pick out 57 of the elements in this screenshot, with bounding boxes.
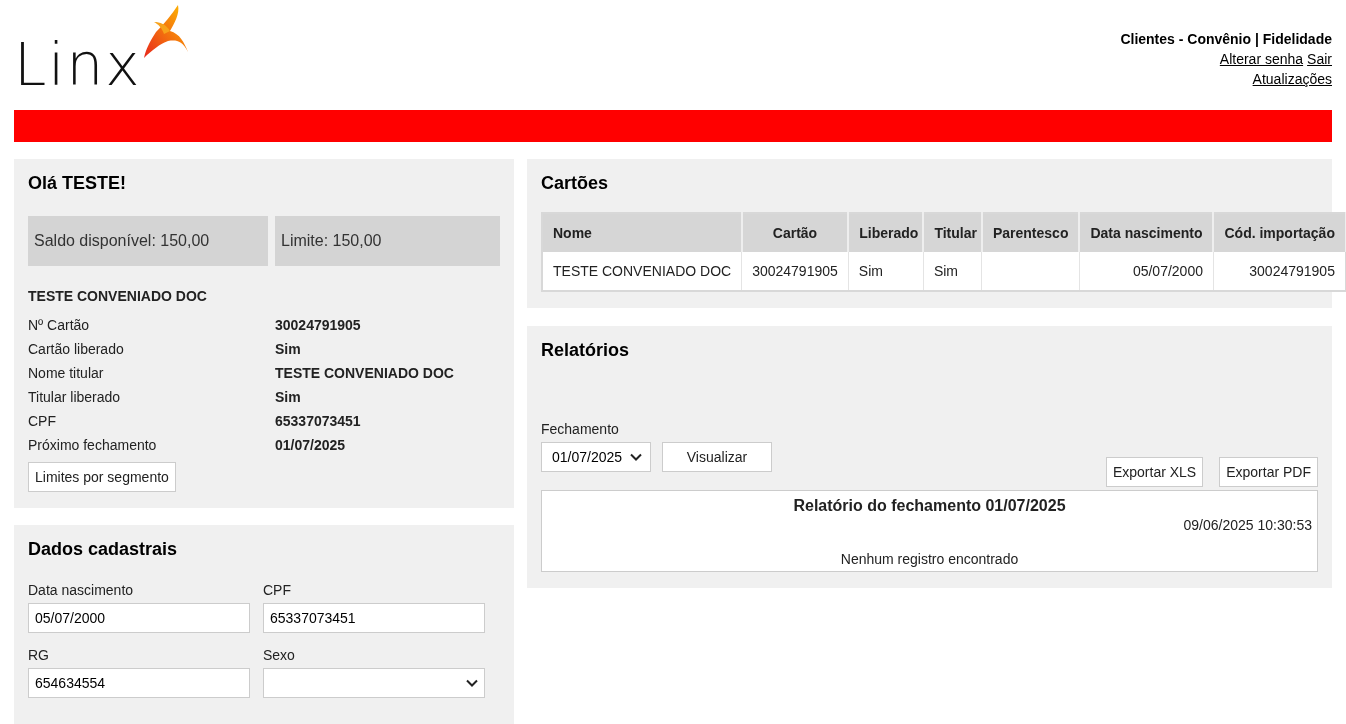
detail-value: 01/07/2025 <box>275 436 347 454</box>
column-header: Nome <box>542 213 742 252</box>
holder-name: TESTE CONVENIADO DOC <box>28 288 208 304</box>
panel-title: Olá TESTE! <box>28 173 127 194</box>
field-label: Fechamento <box>541 421 620 437</box>
header-link[interactable]: Atualizações <box>1252 71 1332 87</box>
field-label: Data nascimento <box>28 582 135 598</box>
header-link[interactable]: Alterar senha <box>1219 51 1304 67</box>
table-cell: 05/07/2000 <box>1079 252 1214 291</box>
chevron-down-icon <box>630 453 642 461</box>
input-field[interactable]: 65337073451 <box>263 603 485 633</box>
column-header: Cartão <box>741 213 849 252</box>
detail-value: TESTE CONVENIADO DOC <box>275 364 455 382</box>
panel-title: Cartões <box>541 173 610 194</box>
export-button[interactable]: Exportar XLS <box>1105 457 1204 487</box>
panel-title: Dados cadastrais <box>28 539 179 560</box>
empty-message: Nenhum registro encontrado <box>839 551 1020 567</box>
detail-value: Sim <box>275 388 302 406</box>
closing-date-select[interactable]: 01/07/2025 <box>541 442 651 472</box>
detail-label: Nome titular <box>28 364 105 382</box>
column-header: Parentesco <box>981 213 1080 252</box>
header-link[interactable]: Sair <box>1307 51 1332 67</box>
balance-tile: Saldo disponível: 150,00 <box>28 216 268 266</box>
table-cell: 30024791905 <box>741 252 849 291</box>
report-title: Relatório do fechamento 01/07/2025 <box>792 497 1067 515</box>
detail-label: CPF <box>28 412 57 430</box>
chevron-down-icon <box>466 679 478 687</box>
input-field[interactable]: 05/07/2000 <box>28 603 250 633</box>
field-label: RG <box>28 647 50 663</box>
detail-label: Próximo fechamento <box>28 436 158 454</box>
report-timestamp: 09/06/2025 10:30:53 <box>1182 517 1312 533</box>
table-cell: TESTE CONVENIADO DOC <box>542 252 742 291</box>
detail-value: Sim <box>275 340 302 358</box>
table-cell: 30024791905 <box>1213 252 1346 291</box>
detail-value: 65337073451 <box>275 412 362 430</box>
field-label: Sexo <box>263 647 296 663</box>
detail-value: 30024791905 <box>275 316 362 334</box>
view-button[interactable]: Visualizar <box>662 442 772 472</box>
module-title: Clientes - Convênio | Fidelidade <box>1120 31 1332 47</box>
input-field[interactable]: 654634554 <box>28 668 250 698</box>
column-header: Liberado <box>848 213 924 252</box>
table-cell: Sim <box>848 252 924 291</box>
column-header: Cód. importação <box>1213 213 1346 252</box>
select-field[interactable] <box>263 668 485 698</box>
balance-tile: Limite: 150,00 <box>275 216 500 266</box>
segment-limits-button[interactable]: Limites por segmento <box>28 462 176 492</box>
panel-title: Relatórios <box>541 340 631 361</box>
detail-label: Titular liberado <box>28 388 122 406</box>
column-header: Titular <box>923 213 982 252</box>
table-cell: Sim <box>923 252 982 291</box>
logo-wordmark: Linx <box>14 36 142 94</box>
detail-label: Nº Cartão <box>28 316 91 334</box>
column-header: Data nascimento <box>1079 213 1214 252</box>
detail-label: Cartão liberado <box>28 340 125 358</box>
field-label: CPF <box>263 582 292 598</box>
export-button[interactable]: Exportar PDF <box>1219 457 1318 487</box>
flame-logo-icon <box>141 4 190 60</box>
